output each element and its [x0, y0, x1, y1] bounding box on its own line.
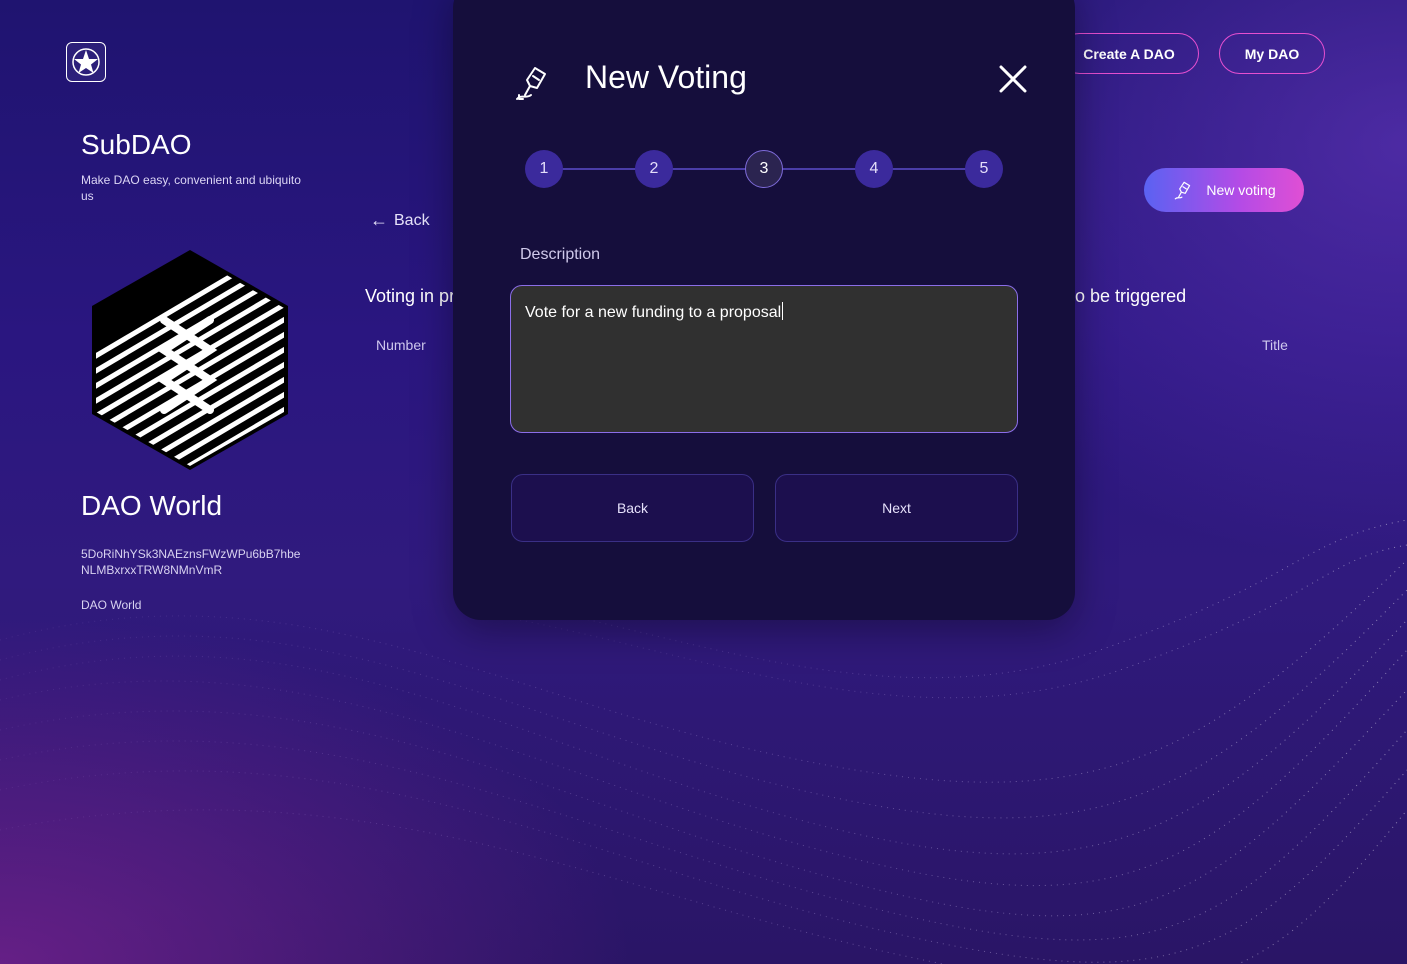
description-label: Description [520, 246, 601, 263]
step-indicator: 1 2 3 4 5 [525, 150, 1003, 188]
step-1: 1 [525, 150, 563, 188]
dao-address: 5DoRiNhYSk3NAEznsFWzWPu6bB7hbeNLMBxrxxTR… [81, 547, 301, 577]
create-dao-button[interactable]: Create A DAO [1059, 33, 1199, 74]
close-icon[interactable] [998, 64, 1028, 94]
step-5: 5 [965, 150, 1003, 188]
dao-name: DAO World [81, 490, 223, 521]
description-textarea[interactable]: Vote for a new funding to a proposal [510, 285, 1018, 433]
app-subtitle: Make DAO easy, convenient and ubiquito u… [81, 173, 301, 203]
new-voting-label: New voting [1206, 182, 1276, 198]
step-4: 4 [855, 150, 893, 188]
modal-next-button[interactable]: Next [775, 474, 1018, 542]
column-header-title: Title [1262, 337, 1288, 353]
app-title: SubDAO [81, 129, 192, 160]
step-3-active: 3 [745, 150, 783, 188]
modal-title: New Voting [585, 59, 747, 95]
step-2: 2 [635, 150, 673, 188]
pen-signature-icon [516, 67, 546, 100]
pen-signature-icon [1175, 181, 1191, 200]
arrow-left-icon: ← [370, 210, 388, 230]
dao-description: DAO World [81, 598, 142, 612]
column-header-number: Number [376, 337, 426, 353]
page-back-link[interactable]: ← Back [370, 210, 430, 231]
new-voting-modal: New Voting 1 2 3 4 5 Description Vote fo… [453, 0, 1075, 620]
voting-in-progress-title: Voting in pr [365, 286, 456, 306]
app-logo[interactable] [66, 42, 106, 82]
modal-back-button[interactable]: Back [511, 474, 754, 542]
dao-emblem [92, 250, 288, 470]
new-voting-button[interactable]: New voting [1144, 168, 1304, 212]
star-logo-icon [72, 48, 100, 76]
page-back-label: Back [394, 211, 430, 229]
my-dao-button[interactable]: My DAO [1219, 33, 1325, 74]
